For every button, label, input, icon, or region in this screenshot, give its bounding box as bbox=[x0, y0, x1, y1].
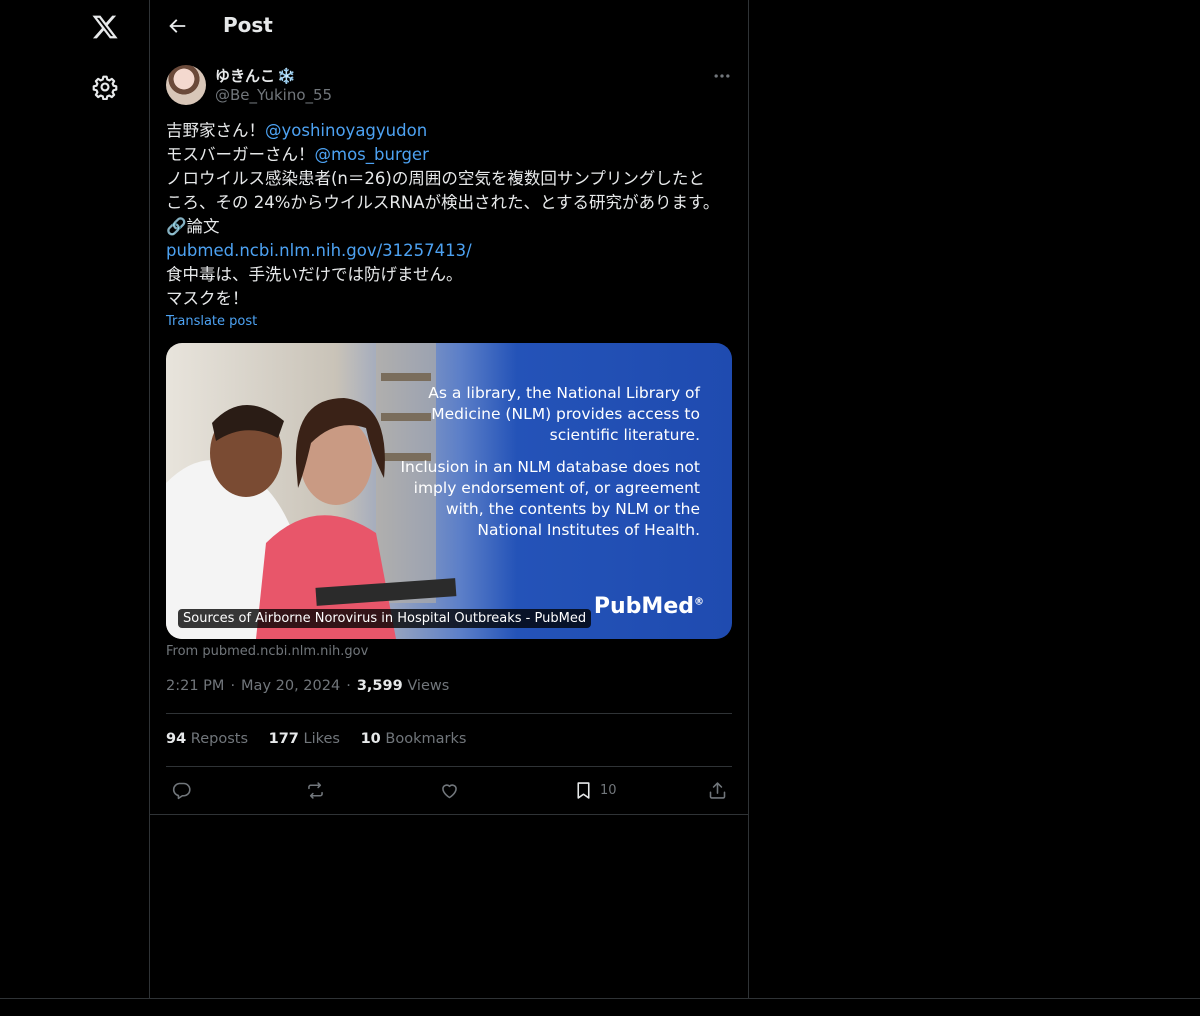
post-line: モスバーガーさん！@mos_burger bbox=[166, 143, 732, 167]
like-button[interactable] bbox=[439, 779, 460, 801]
divider bbox=[166, 713, 732, 714]
post-date[interactable]: May 20, 2024 bbox=[241, 678, 340, 694]
card-paragraph: Inclusion in an NLM database does not im… bbox=[400, 458, 700, 539]
arrow-left-icon[interactable] bbox=[166, 15, 188, 37]
link-preview-card[interactable]: As a library, the National Library of Me… bbox=[166, 343, 732, 639]
bookmarks-label: Bookmarks bbox=[385, 731, 467, 747]
page-header: Post bbox=[150, 0, 748, 54]
external-link[interactable]: pubmed.ncbi.nlm.nih.gov/31257413/ bbox=[166, 241, 472, 260]
pubmed-logo: PubMed® bbox=[594, 594, 704, 619]
post-text: 吉野家さん！@yoshinoyagyudon モスバーガーさん！@mos_bur… bbox=[166, 119, 732, 311]
bookmark-icon bbox=[577, 781, 590, 799]
author-name[interactable]: ゆきんこ ❄️ bbox=[215, 65, 296, 86]
author-handle[interactable]: @Be_Yukino_55 bbox=[215, 86, 332, 104]
post-line: 🔗論文 bbox=[166, 217, 220, 236]
action-bar: 10 bbox=[150, 766, 748, 814]
reposts-label: Reposts bbox=[190, 731, 249, 747]
likes-stat[interactable]: 177 Likes bbox=[269, 731, 340, 747]
bookmarks-stat[interactable]: 10 Bookmarks bbox=[361, 731, 467, 747]
views-label: Views bbox=[407, 678, 450, 694]
avatar[interactable] bbox=[166, 65, 206, 105]
post-line-text: モスバーガーさん！ bbox=[166, 145, 315, 164]
pubmed-logo-text: PubMed bbox=[593, 594, 694, 619]
meta-separator: · bbox=[346, 678, 351, 694]
repost-icon bbox=[308, 781, 323, 799]
registered-mark: ® bbox=[694, 596, 704, 608]
bookmark-button[interactable]: 10 bbox=[573, 779, 617, 801]
card-paragraph: As a library, the National Library of Me… bbox=[428, 384, 700, 444]
post-line: 食中毒は、手洗いだけでは防げません。 bbox=[166, 265, 463, 284]
post-meta: 2:21 PM · May 20, 2024 · 3,599 Views bbox=[166, 678, 449, 694]
post-line-text: 吉野家さん！ bbox=[166, 121, 265, 140]
bookmark-count: 10 bbox=[600, 782, 617, 798]
mention-link[interactable]: @mos_burger bbox=[315, 145, 429, 164]
x-logo-icon[interactable] bbox=[91, 13, 119, 41]
more-options-icon[interactable] bbox=[712, 66, 732, 86]
gear-icon[interactable] bbox=[92, 74, 118, 100]
primary-column: Post ゆきんこ ❄️ @Be_Yukino_55 吉野家さん！@yoshino… bbox=[149, 0, 749, 998]
left-navigation bbox=[0, 0, 149, 1016]
card-title[interactable]: Sources of Airborne Norovirus in Hospita… bbox=[178, 609, 592, 628]
post-line: マスクを！ bbox=[166, 289, 249, 308]
post-line: pubmed.ncbi.nlm.nih.gov/31257413/ bbox=[166, 239, 732, 263]
share-button[interactable] bbox=[707, 779, 728, 801]
share-icon bbox=[709, 781, 726, 799]
likes-label: Likes bbox=[303, 731, 340, 747]
divider bbox=[150, 814, 748, 815]
likes-count: 177 bbox=[268, 731, 299, 747]
mention-link[interactable]: @yoshinoyagyudon bbox=[265, 121, 427, 140]
repost-button[interactable] bbox=[305, 779, 326, 801]
meta-separator: · bbox=[230, 678, 236, 694]
reposts-count: 94 bbox=[166, 731, 187, 747]
post-line: 吉野家さん！@yoshinoyagyudon bbox=[166, 119, 732, 143]
card-source[interactable]: From pubmed.ncbi.nlm.nih.gov bbox=[166, 644, 368, 659]
bookmarks-count: 10 bbox=[360, 731, 381, 747]
author-display-name: ゆきんこ bbox=[215, 67, 276, 85]
card-notice: As a library, the National Library of Me… bbox=[400, 383, 700, 552]
heart-icon bbox=[442, 783, 457, 798]
views-count: 3,599 bbox=[356, 678, 403, 694]
post-time[interactable]: 2:21 PM bbox=[166, 678, 224, 694]
snowflake-emoji: ❄️ bbox=[277, 67, 296, 85]
reposts-stat[interactable]: 94 Reposts bbox=[166, 731, 248, 747]
page-title: Post bbox=[223, 13, 273, 37]
post-line: ころ、その 24%からウイルスRNAが検出された、とする研究があります。 bbox=[166, 193, 720, 212]
reply-icon bbox=[172, 782, 191, 799]
reply-button[interactable] bbox=[171, 779, 192, 801]
engagement-stats: 94 Reposts 177 Likes 10 Bookmarks bbox=[166, 731, 482, 747]
post-line: ノロウイルス感染患者(n＝26)の周囲の空気を複数回サンプリングしたと bbox=[166, 169, 705, 188]
divider bbox=[0, 998, 1200, 999]
translate-post-link[interactable]: Translate post bbox=[166, 314, 257, 329]
